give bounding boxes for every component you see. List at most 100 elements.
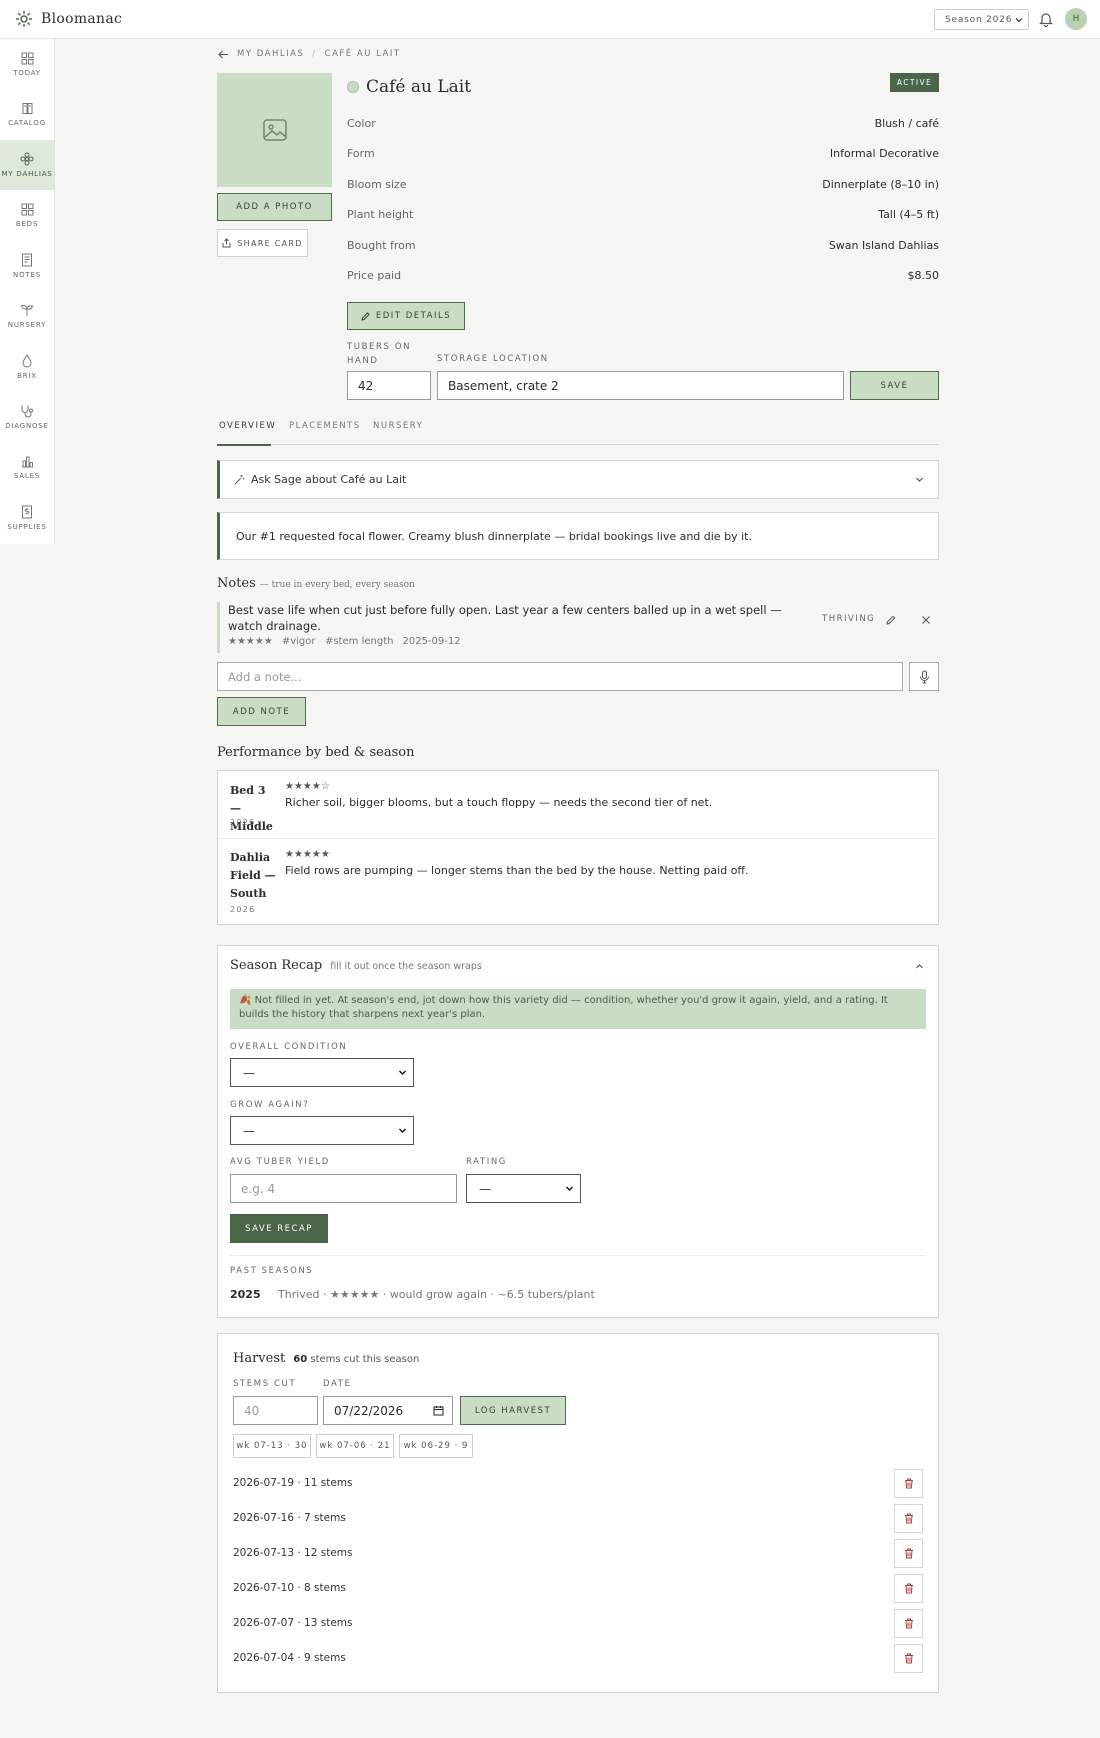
tab-overview[interactable]: OVERVIEW — [217, 421, 275, 446]
magic-wand-icon — [234, 474, 245, 485]
recap-subtitle: fill it out once the season wraps — [330, 961, 482, 972]
tubers-on-hand-input[interactable]: 42 — [347, 371, 431, 400]
delete-harvest-button[interactable] — [894, 1643, 923, 1673]
sidebar-item-today[interactable]: TODAY — [0, 39, 54, 89]
attribute-row-bloom-size: Bloom size Dinnerplate (8–10 in) — [347, 178, 939, 191]
calendar-icon[interactable] — [433, 1405, 444, 1416]
share-icon — [222, 238, 231, 248]
notes-subtitle: — true in every bed, every season — [259, 580, 415, 590]
edit-details-label: EDIT DETAILS — [375, 311, 452, 321]
week-chip[interactable]: wk 07-13 · 30 — [233, 1434, 311, 1458]
week-chip[interactable]: wk 06-29 · 9 — [399, 1434, 473, 1458]
sidebar-item-beds[interactable]: BEDS — [0, 190, 54, 240]
edit-details-button[interactable]: EDIT DETAILS — [347, 302, 465, 330]
note-icon — [21, 253, 33, 267]
trash-icon — [904, 1653, 914, 1664]
note-text: Best vase life when cut just before full… — [228, 603, 782, 633]
grid-icon — [21, 52, 34, 65]
add-photo-button[interactable]: ADD A PHOTO — [217, 193, 332, 221]
week-chip[interactable]: wk 07-06 · 21 — [316, 1434, 394, 1458]
grow-again-select[interactable]: — — [230, 1116, 414, 1145]
sidebar-item-nursery[interactable]: NURSERY — [0, 291, 54, 341]
breadcrumb-parent-link[interactable]: MY DAHLIAS — [237, 49, 304, 59]
trash-icon — [904, 1478, 914, 1489]
sunflower-logo-icon — [15, 10, 33, 28]
sidebar-item-my-dahlias[interactable]: MY DAHLIAS — [0, 139, 54, 191]
sidebar-item-label: BEDS — [15, 219, 39, 228]
sidebar-item-catalog[interactable]: CATALOG — [0, 89, 54, 139]
delete-harvest-button[interactable] — [894, 1573, 923, 1603]
performance-note: Richer soil, bigger blooms, but a touch … — [285, 796, 713, 809]
share-card-button[interactable]: SHARE CARD — [217, 229, 308, 257]
add-note-button[interactable]: ADD NOTE — [217, 697, 306, 726]
date-label: DATE — [323, 1379, 352, 1389]
note-stars: ★★★★★ — [228, 636, 273, 647]
add-note-input[interactable]: Add a note... — [217, 662, 903, 691]
attribute-label: Color — [347, 117, 376, 130]
harvest-entry: 2026-07-16 · 7 stems — [233, 1503, 923, 1533]
attribute-value: Swan Island Dahlias — [828, 239, 939, 252]
recap-header[interactable]: Season Recap fill it out once the season… — [230, 958, 482, 973]
color-swatch — [347, 81, 359, 93]
app-logo[interactable]: Bloomanac — [15, 10, 122, 28]
overall-condition-select[interactable]: — — [230, 1058, 414, 1087]
save-recap-button[interactable]: SAVE RECAP — [230, 1214, 328, 1243]
close-icon[interactable] — [921, 615, 931, 625]
performance-card: Bed 3 — Middle 2026 ★★★★☆ Richer soil, b… — [217, 770, 939, 925]
avatar[interactable]: H — [1065, 8, 1087, 30]
rating-select[interactable]: — — [466, 1174, 581, 1203]
tubers-label: TUBERS ON HAND — [347, 340, 411, 368]
image-icon — [262, 117, 288, 143]
arrow-left-icon[interactable] — [218, 50, 229, 59]
harvest-count: 60 — [293, 1354, 308, 1365]
storage-location-input[interactable]: Basement, crate 2 — [437, 371, 844, 400]
sidebar-item-notes[interactable]: NOTES — [0, 241, 54, 291]
harvest-entry-text: 2026-07-19 · 11 stems — [233, 1477, 353, 1489]
page-title: Café au Lait — [366, 77, 472, 97]
avg-tuber-yield-input[interactable]: e.g. 4 — [230, 1174, 457, 1203]
delete-harvest-button[interactable] — [894, 1468, 923, 1498]
harvest-date-value: 07/22/2026 — [334, 1403, 404, 1418]
harvest-title: Harvest — [233, 1351, 286, 1366]
attribute-value: Dinnerplate (8–10 in) — [822, 178, 939, 191]
sidebar-item-label: TODAY — [13, 68, 41, 77]
season-recap-card: Season Recap fill it out once the season… — [217, 945, 939, 1318]
delete-harvest-button[interactable] — [894, 1503, 923, 1533]
pencil-icon — [361, 311, 370, 321]
performance-stars: ★★★★★ — [285, 849, 330, 860]
pencil-icon[interactable] — [886, 615, 896, 625]
chevron-up-icon[interactable] — [915, 962, 924, 971]
ask-sage-panel[interactable]: Ask Sage about Café au Lait — [217, 460, 939, 499]
save-button[interactable]: SAVE — [850, 371, 939, 400]
sidebar-item-brix[interactable]: BRIX — [0, 341, 54, 391]
attribute-value: Informal Decorative — [829, 147, 939, 160]
delete-harvest-button[interactable] — [894, 1608, 923, 1638]
sidebar-item-supplies[interactable]: SUPPLIES — [0, 493, 54, 543]
past-seasons-label: PAST SEASONS — [230, 1266, 314, 1276]
harvest-entry-text: 2026-07-07 · 13 stems — [233, 1617, 353, 1629]
rating-label: RATING — [466, 1157, 507, 1167]
harvest-entry-text: 2026-07-16 · 7 stems — [233, 1512, 346, 1524]
stems-cut-input[interactable]: 40 — [233, 1396, 318, 1425]
tab-nursery[interactable]: NURSERY — [373, 421, 423, 431]
harvest-date-input[interactable]: 07/22/2026 — [323, 1396, 453, 1425]
season-select[interactable]: Season 2026 — [934, 9, 1029, 30]
breadcrumb-separator: / — [312, 49, 317, 59]
sidebar-item-sales[interactable]: SALES — [0, 442, 54, 492]
microphone-button[interactable] — [909, 662, 939, 691]
sidebar-item-label: SUPPLIES — [7, 522, 47, 531]
performance-row: Bed 3 — Middle 2026 ★★★★☆ Richer soil, b… — [218, 771, 938, 839]
sidebar-item-diagnose[interactable]: DIAGNOSE — [0, 392, 54, 442]
log-harvest-button[interactable]: LOG HARVEST — [460, 1396, 566, 1425]
sidebar-item-label: CATALOG — [8, 119, 46, 128]
tab-placements[interactable]: PLACEMENTS — [289, 421, 361, 431]
overall-condition-value: — — [243, 1065, 255, 1080]
bell-icon[interactable] — [1039, 11, 1053, 27]
delete-harvest-button[interactable] — [894, 1538, 923, 1568]
sidebar-item-label: NOTES — [13, 270, 41, 279]
harvest-count-suffix: stems cut this season — [310, 1354, 420, 1365]
attribute-label: Form — [347, 147, 375, 160]
harvest-header: Harvest 60 stems cut this season — [233, 1351, 419, 1366]
chevron-down-icon — [915, 475, 924, 484]
attribute-row-form: Form Informal Decorative — [347, 147, 939, 160]
